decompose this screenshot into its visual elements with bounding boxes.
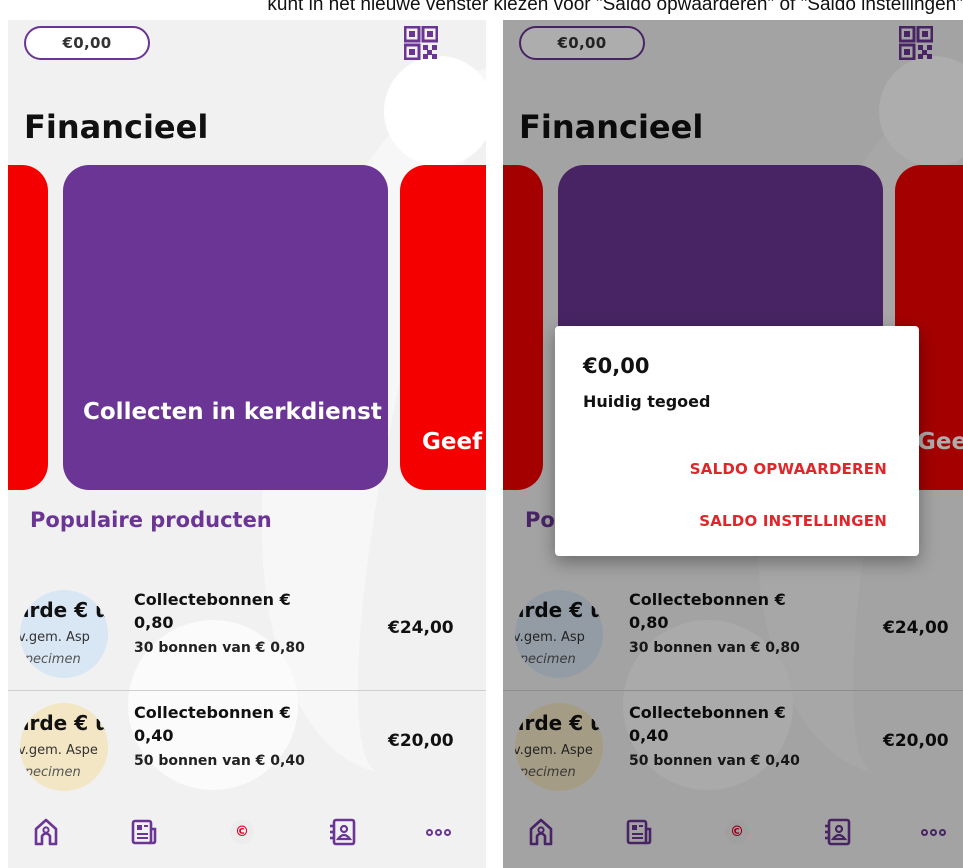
instruction-caption: kunt in het nieuwe venster kiezen voor "… — [267, 0, 963, 15]
product-description: 50 bonnen van € 0,40 — [134, 753, 305, 769]
category-card-collecten[interactable]: Collecten in kerkdienst — [63, 165, 388, 490]
receipt-icon[interactable] — [126, 814, 162, 850]
top-up-balance-button[interactable]: SALDO OPWAARDEREN — [690, 460, 887, 478]
divider — [8, 690, 486, 691]
contacts-icon[interactable] — [324, 814, 360, 850]
background-circle — [384, 56, 486, 166]
product-row[interactable]: arde € u v.gem. Asp specimen Collectebon… — [8, 582, 486, 692]
balance-dialog: €0,00 Huidig tegoed SALDO OPWAARDEREN SA… — [555, 326, 919, 556]
section-title: Populaire producten — [30, 508, 272, 532]
page-title: Financieel — [24, 108, 209, 146]
product-thumbnail: arde € u v.gem. Asp specimen — [20, 590, 108, 678]
dialog-subtitle: Huidig tegoed — [583, 392, 711, 411]
home-icon[interactable] — [28, 814, 64, 850]
product-thumbnail: arde € u v.gem. Aspe specimen — [20, 703, 108, 791]
thumbnail-text: arde € u — [20, 598, 108, 622]
screen-after: €0,00 Financieel Collecten in kerkdienst… — [503, 20, 963, 868]
card-label: Collecten in kerkdienst — [83, 399, 382, 425]
thumbnail-text: v.gem. Aspe — [20, 743, 98, 758]
product-name: Collectebonnen € 0,40 — [134, 703, 291, 745]
thumbnail-text: specimen — [20, 765, 81, 780]
balance-settings-button[interactable]: SALDO INSTELLINGEN — [699, 512, 887, 530]
product-price: €24,00 — [388, 618, 454, 638]
bottom-navigation: © — [8, 802, 486, 868]
balance-button[interactable]: €0,00 — [24, 26, 150, 60]
card-label: Geef — [422, 429, 483, 455]
product-description: 30 bonnen van € 0,80 — [134, 640, 305, 656]
euro-symbol: © — [230, 820, 254, 844]
qr-code-icon[interactable] — [404, 26, 438, 60]
dialog-balance-amount: €0,00 — [583, 354, 650, 378]
thumbnail-text: specimen — [20, 652, 81, 667]
euro-icon[interactable]: © — [224, 814, 260, 850]
thumbnail-text: v.gem. Asp — [20, 630, 90, 645]
category-card-geef[interactable]: Geef — [400, 165, 486, 490]
thumbnail-text: arde € u — [20, 711, 108, 735]
category-card-previous[interactable] — [8, 165, 48, 490]
screen-before: €0,00 Financieel Collecten in kerkdienst… — [8, 20, 486, 868]
product-name: Collectebonnen € 0,80 — [134, 590, 291, 632]
product-price: €20,00 — [388, 731, 454, 751]
more-icon[interactable] — [420, 814, 456, 850]
product-row[interactable]: arde € u v.gem. Aspe specimen Collectebo… — [8, 695, 486, 805]
